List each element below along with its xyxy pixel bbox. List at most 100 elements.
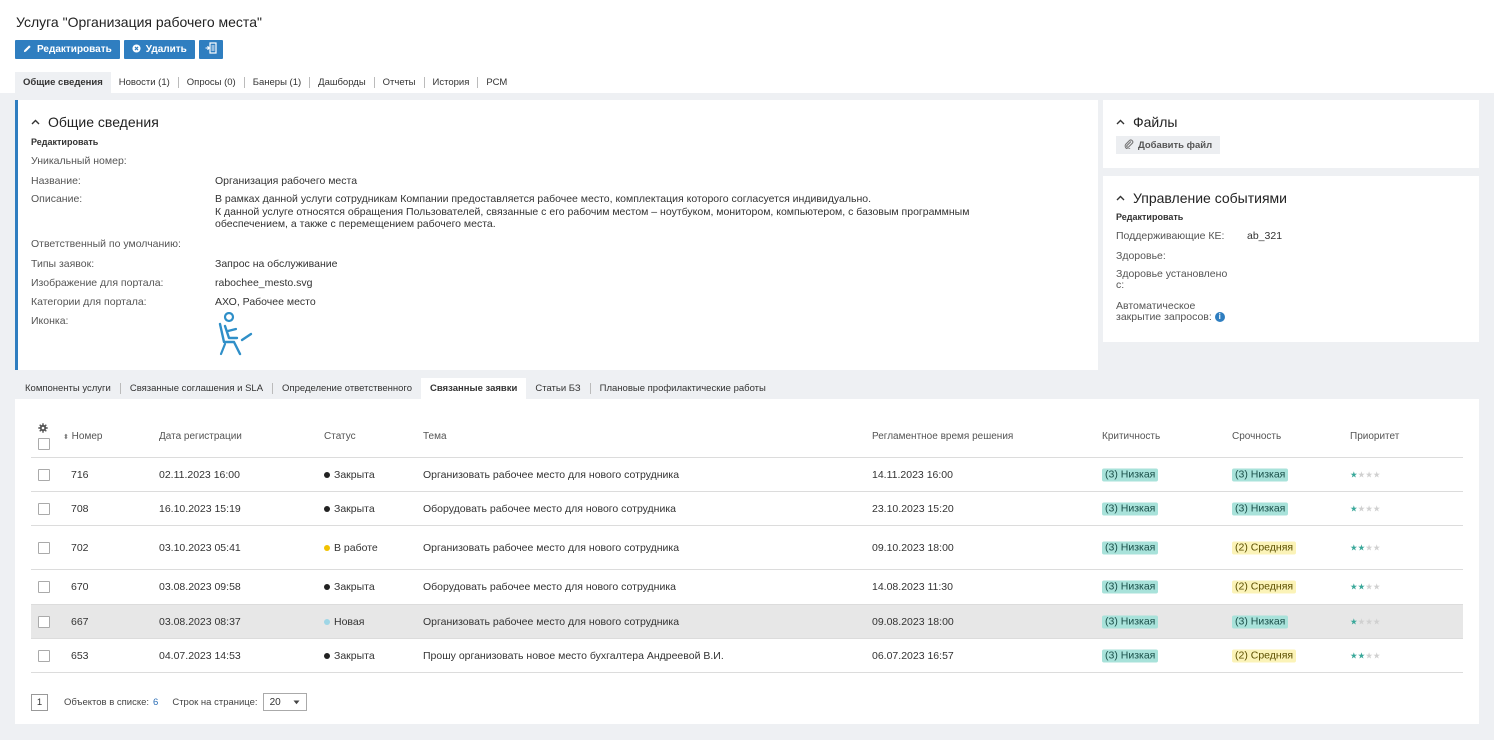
events-edit-link[interactable]: Редактировать <box>1116 212 1183 222</box>
request-types-value: Запрос на обслуживание <box>215 258 338 270</box>
subtab-components[interactable]: Компоненты услуги <box>15 378 120 399</box>
row-checkbox[interactable] <box>38 502 50 515</box>
tab-dashboards[interactable]: Дашборды <box>310 72 374 93</box>
urgency-cell: (3) Низкая <box>1232 468 1289 481</box>
status-dot-icon <box>324 618 330 625</box>
urgency-badge: (2) Средняя <box>1232 649 1297 662</box>
select-all-checkbox[interactable] <box>38 438 50 450</box>
rows-per-page-select[interactable]: 20 <box>262 693 307 711</box>
icon-label: Иконка: <box>31 315 69 327</box>
subtab-responsible[interactable]: Определение ответственного <box>273 378 421 399</box>
event-management-header[interactable]: Управление событиями <box>1116 190 1287 206</box>
request-number-link[interactable]: 670 <box>71 581 89 593</box>
supporting-ke-link[interactable]: ab_321 <box>1247 230 1282 243</box>
deadline: 06.07.2023 16:57 <box>872 649 954 662</box>
priority-stars: ★★★★ <box>1350 469 1381 480</box>
subtab-sla[interactable]: Связанные соглашения и SLA <box>121 378 272 399</box>
chevron-up-icon <box>31 117 40 128</box>
column-header-subject[interactable]: Тема <box>423 431 447 442</box>
sort-icon: ⬍ <box>63 434 69 441</box>
request-number-link[interactable]: 708 <box>71 503 89 515</box>
urgency-cell: (3) Низкая <box>1232 502 1289 515</box>
tab-general[interactable]: Общие сведения <box>15 72 111 93</box>
tab-reports[interactable]: Отчеты <box>375 72 424 93</box>
row-checkbox[interactable] <box>38 615 50 628</box>
table-row[interactable]: 670 03.08.2023 09:58 Закрыта Оборудовать ра… <box>31 570 1463 605</box>
tab-surveys[interactable]: Опросы (0) <box>179 72 244 93</box>
tab-history[interactable]: История <box>425 72 478 93</box>
request-subject: Оборудовать рабочее место для нового сот… <box>423 581 677 593</box>
auto-close-label: Автоматическое закрытие запросов: i <box>1116 301 1225 323</box>
column-header-deadline[interactable]: Регламентное время решения <box>872 431 1013 442</box>
status-cell: Закрыта <box>324 650 375 662</box>
registration-date: 02.11.2023 16:00 <box>159 468 240 481</box>
info-icon[interactable]: i <box>1214 312 1225 323</box>
subtab-maintenance[interactable]: Плановые профилактические работы <box>591 378 775 399</box>
toolbar: Редактировать Удалить <box>15 40 223 59</box>
export-button[interactable] <box>198 40 223 59</box>
star-icon: ★ <box>1372 581 1381 592</box>
row-checkbox[interactable] <box>38 649 50 662</box>
priority-stars: ★★★★ <box>1350 582 1381 593</box>
delete-button[interactable]: Удалить <box>123 40 195 59</box>
star-icon: ★ <box>1372 616 1381 626</box>
column-header-status[interactable]: Статус <box>324 431 356 442</box>
star-icon: ★ <box>1372 469 1381 479</box>
settings-gear-icon[interactable] <box>38 423 48 436</box>
subtab-related-requests[interactable]: Связанные заявки <box>420 378 527 399</box>
related-requests-card: ⬍ Номер Дата регистрации Статус Тема Рег… <box>15 399 1479 724</box>
column-header-criticality[interactable]: Критичность <box>1102 431 1160 442</box>
request-number-link[interactable]: 653 <box>71 650 89 662</box>
subtab-kb-articles[interactable]: Статьи БЗ <box>526 378 589 399</box>
event-management-title: Управление событиями <box>1133 190 1287 206</box>
event-management-card: Управление событиями Редактировать Подде… <box>1103 176 1479 342</box>
priority-stars: ★★★★ <box>1350 503 1381 514</box>
delete-circle-icon <box>132 43 141 56</box>
tab-banners[interactable]: Банеры (1) <box>245 72 309 93</box>
general-edit-link[interactable]: Редактировать <box>31 137 98 147</box>
row-checkbox[interactable] <box>38 541 50 554</box>
column-header-number[interactable]: ⬍ Номер <box>63 431 102 442</box>
criticality-cell: (3) Низкая <box>1102 468 1159 481</box>
add-file-button[interactable]: Добавить файл <box>1116 136 1221 154</box>
table-row[interactable]: 702 03.10.2023 05:41 В работе Организовать … <box>31 526 1463 570</box>
request-number-link[interactable]: 702 <box>71 542 89 554</box>
description-label: Описание: <box>31 193 83 205</box>
urgency-cell: (3) Низкая <box>1232 615 1289 628</box>
registration-date: 04.07.2023 14:53 <box>159 649 241 662</box>
health-label: Здоровье: <box>1116 250 1166 262</box>
request-number-link[interactable]: 716 <box>71 469 89 481</box>
criticality-badge: (3) Низкая <box>1102 615 1159 628</box>
table-row[interactable]: 716 02.11.2023 16:00 Закрыта Организовать р… <box>31 458 1463 492</box>
column-header-urgency[interactable]: Срочность <box>1232 431 1281 442</box>
request-number-link[interactable]: 667 <box>71 616 89 628</box>
general-info-title: Общие сведения <box>48 114 159 130</box>
files-card: Файлы Добавить файл <box>1103 100 1479 168</box>
column-header-priority[interactable]: Приоритет <box>1350 431 1399 442</box>
table-row[interactable]: 653 04.07.2023 14:53 Закрыта Прошу организо… <box>31 639 1463 673</box>
criticality-badge: (3) Низкая <box>1102 580 1159 594</box>
export-icon <box>205 42 217 57</box>
rows-per-page-label: Строк на странице: <box>172 696 258 708</box>
files-header[interactable]: Файлы <box>1116 114 1177 130</box>
row-checkbox[interactable] <box>38 468 50 481</box>
request-subject: Прошу организовать новое место бухгалтер… <box>423 649 724 662</box>
table-row[interactable]: 667 03.08.2023 08:37 Новая Организовать раб… <box>31 605 1463 639</box>
status-cell: Закрыта <box>324 503 375 515</box>
health-since-line: с: <box>1116 279 1125 291</box>
page-number-button[interactable]: 1 <box>31 693 48 711</box>
table-row[interactable]: 708 16.10.2023 15:19 Закрыта Оборудовать ра… <box>31 492 1463 526</box>
general-info-header[interactable]: Общие сведения <box>31 114 159 130</box>
portal-image-link[interactable]: rabochee_mesto.svg <box>215 277 312 290</box>
row-checkbox[interactable] <box>38 581 50 593</box>
star-icon: ★ <box>1350 503 1358 513</box>
criticality-badge: (3) Низкая <box>1102 649 1159 662</box>
column-header-date[interactable]: Дата регистрации <box>159 431 242 442</box>
chevron-up-icon <box>1116 117 1125 128</box>
priority-stars: ★★★★ <box>1350 616 1381 627</box>
main-tabs: Общие сведения Новости (1) Опросы (0) Ба… <box>15 72 515 93</box>
tab-pcm[interactable]: РСМ <box>478 72 515 93</box>
tab-news[interactable]: Новости (1) <box>111 72 178 93</box>
portal-categories-link[interactable]: АХО, Рабочее место <box>215 296 316 309</box>
edit-button[interactable]: Редактировать <box>15 40 120 59</box>
